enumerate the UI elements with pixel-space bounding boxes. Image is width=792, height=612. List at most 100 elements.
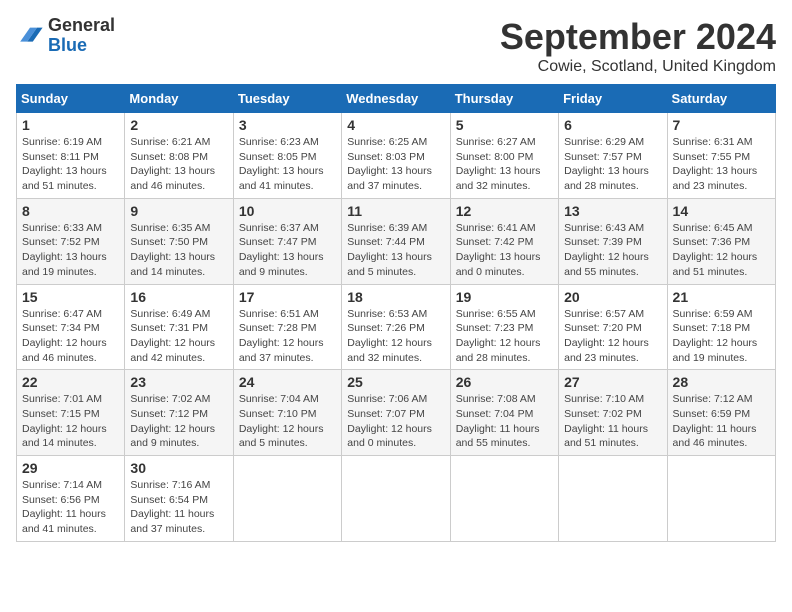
calendar-cell: 13 Sunrise: 6:43 AM Sunset: 7:39 PM Dayli… [559, 198, 667, 284]
day-number: 17 [239, 289, 336, 305]
day-number: 10 [239, 203, 336, 219]
calendar-cell: 8Sunrise: 6:33 AM Sunset: 7:52 PM Daylig… [17, 198, 125, 284]
day-info: Sunrise: 6:25 AM Sunset: 8:03 PM Dayligh… [347, 135, 444, 194]
day-number: 28 [673, 374, 770, 390]
day-number: 25 [347, 374, 444, 390]
day-info: Sunrise: 6:47 AM Sunset: 7:34 PM Dayligh… [22, 307, 119, 366]
calendar-cell: 18Sunrise: 6:53 AM Sunset: 7:26 PM Dayli… [342, 284, 450, 370]
day-number: 20 [564, 289, 661, 305]
day-number: 1 [22, 117, 119, 133]
day-info: Sunrise: 7:16 AM Sunset: 6:54 PM Dayligh… [130, 478, 227, 537]
calendar-cell [342, 456, 450, 542]
logo-icon [16, 22, 44, 50]
day-info: Sunrise: 6:31 AM Sunset: 7:55 PM Dayligh… [673, 135, 770, 194]
calendar-week-row: 8Sunrise: 6:33 AM Sunset: 7:52 PM Daylig… [17, 198, 776, 284]
logo-general-text: General [48, 16, 115, 36]
day-number: 12 [456, 203, 553, 219]
day-number: 7 [673, 117, 770, 133]
day-number: 5 [456, 117, 553, 133]
day-number: 4 [347, 117, 444, 133]
day-number: 13 [564, 203, 661, 219]
logo: General Blue [16, 16, 115, 56]
calendar-cell: 5 Sunrise: 6:27 AM Sunset: 8:00 PM Daylig… [450, 113, 558, 199]
calendar-cell: 21 Sunrise: 6:59 AM Sunset: 7:18 PM Dayli… [667, 284, 775, 370]
day-number: 15 [22, 289, 119, 305]
calendar-week-row: 22 Sunrise: 7:01 AM Sunset: 7:15 PM Dayli… [17, 370, 776, 456]
day-number: 14 [673, 203, 770, 219]
calendar-cell: 19 Sunrise: 6:55 AM Sunset: 7:23 PM Dayli… [450, 284, 558, 370]
day-number: 11 [347, 203, 444, 219]
day-number: 27 [564, 374, 661, 390]
day-info: Sunrise: 6:45 AM Sunset: 7:36 PM Dayligh… [673, 221, 770, 280]
calendar-cell: 16 Sunrise: 6:49 AM Sunset: 7:31 PM Dayli… [125, 284, 233, 370]
day-info: Sunrise: 6:37 AM Sunset: 7:47 PM Dayligh… [239, 221, 336, 280]
calendar-cell: 22 Sunrise: 7:01 AM Sunset: 7:15 PM Dayli… [17, 370, 125, 456]
calendar-cell: 11 Sunrise: 6:39 AM Sunset: 7:44 PM Dayli… [342, 198, 450, 284]
calendar-cell: 1 Sunrise: 6:19 AM Sunset: 8:11 PM Daylig… [17, 113, 125, 199]
day-info: Sunrise: 7:08 AM Sunset: 7:04 PM Dayligh… [456, 392, 553, 451]
calendar-cell: 10 Sunrise: 6:37 AM Sunset: 7:47 PM Dayli… [233, 198, 341, 284]
month-title: September 2024 [500, 16, 776, 58]
calendar-week-row: 15 Sunrise: 6:47 AM Sunset: 7:34 PM Dayli… [17, 284, 776, 370]
day-info: Sunrise: 6:49 AM Sunset: 7:31 PM Dayligh… [130, 307, 227, 366]
calendar-cell: 20 Sunrise: 6:57 AM Sunset: 7:20 PM Dayli… [559, 284, 667, 370]
calendar-cell: 24Sunrise: 7:04 AM Sunset: 7:10 PM Dayli… [233, 370, 341, 456]
calendar-cell: 25 Sunrise: 7:06 AM Sunset: 7:07 PM Dayli… [342, 370, 450, 456]
day-number: 18 [347, 289, 444, 305]
day-info: Sunrise: 7:06 AM Sunset: 7:07 PM Dayligh… [347, 392, 444, 451]
weekday-header-saturday: Saturday [667, 85, 775, 113]
day-number: 22 [22, 374, 119, 390]
day-number: 21 [673, 289, 770, 305]
calendar-cell: 27Sunrise: 7:10 AM Sunset: 7:02 PM Dayli… [559, 370, 667, 456]
calendar-cell: 6 Sunrise: 6:29 AM Sunset: 7:57 PM Daylig… [559, 113, 667, 199]
day-info: Sunrise: 6:33 AM Sunset: 7:52 PM Dayligh… [22, 221, 119, 280]
calendar-cell [233, 456, 341, 542]
calendar-cell: 15 Sunrise: 6:47 AM Sunset: 7:34 PM Dayli… [17, 284, 125, 370]
calendar-cell: 30 Sunrise: 7:16 AM Sunset: 6:54 PM Dayli… [125, 456, 233, 542]
day-info: Sunrise: 7:02 AM Sunset: 7:12 PM Dayligh… [130, 392, 227, 451]
day-info: Sunrise: 6:43 AM Sunset: 7:39 PM Dayligh… [564, 221, 661, 280]
calendar-cell: 26 Sunrise: 7:08 AM Sunset: 7:04 PM Dayli… [450, 370, 558, 456]
day-info: Sunrise: 6:39 AM Sunset: 7:44 PM Dayligh… [347, 221, 444, 280]
location-text: Cowie, Scotland, United Kingdom [500, 58, 776, 76]
day-info: Sunrise: 6:19 AM Sunset: 8:11 PM Dayligh… [22, 135, 119, 194]
weekday-header-wednesday: Wednesday [342, 85, 450, 113]
calendar-cell: 14 Sunrise: 6:45 AM Sunset: 7:36 PM Dayli… [667, 198, 775, 284]
calendar-cell: 29Sunrise: 7:14 AM Sunset: 6:56 PM Dayli… [17, 456, 125, 542]
day-info: Sunrise: 6:55 AM Sunset: 7:23 PM Dayligh… [456, 307, 553, 366]
day-info: Sunrise: 6:27 AM Sunset: 8:00 PM Dayligh… [456, 135, 553, 194]
calendar-cell: 3Sunrise: 6:23 AM Sunset: 8:05 PM Daylig… [233, 113, 341, 199]
day-info: Sunrise: 6:57 AM Sunset: 7:20 PM Dayligh… [564, 307, 661, 366]
calendar-week-row: 1 Sunrise: 6:19 AM Sunset: 8:11 PM Daylig… [17, 113, 776, 199]
calendar-cell: 2Sunrise: 6:21 AM Sunset: 8:08 PM Daylig… [125, 113, 233, 199]
calendar-cell: 12 Sunrise: 6:41 AM Sunset: 7:42 PM Dayli… [450, 198, 558, 284]
day-number: 6 [564, 117, 661, 133]
calendar-cell [450, 456, 558, 542]
weekday-header-monday: Monday [125, 85, 233, 113]
day-info: Sunrise: 7:04 AM Sunset: 7:10 PM Dayligh… [239, 392, 336, 451]
day-number: 30 [130, 460, 227, 476]
calendar-cell: 4 Sunrise: 6:25 AM Sunset: 8:03 PM Daylig… [342, 113, 450, 199]
weekday-header-sunday: Sunday [17, 85, 125, 113]
weekday-header-thursday: Thursday [450, 85, 558, 113]
weekday-header-tuesday: Tuesday [233, 85, 341, 113]
day-info: Sunrise: 7:12 AM Sunset: 6:59 PM Dayligh… [673, 392, 770, 451]
calendar-cell: 23 Sunrise: 7:02 AM Sunset: 7:12 PM Dayli… [125, 370, 233, 456]
calendar-cell: 9Sunrise: 6:35 AM Sunset: 7:50 PM Daylig… [125, 198, 233, 284]
day-number: 16 [130, 289, 227, 305]
weekday-header-friday: Friday [559, 85, 667, 113]
day-number: 26 [456, 374, 553, 390]
day-info: Sunrise: 6:59 AM Sunset: 7:18 PM Dayligh… [673, 307, 770, 366]
day-info: Sunrise: 7:01 AM Sunset: 7:15 PM Dayligh… [22, 392, 119, 451]
calendar-cell: 28 Sunrise: 7:12 AM Sunset: 6:59 PM Dayli… [667, 370, 775, 456]
day-info: Sunrise: 6:29 AM Sunset: 7:57 PM Dayligh… [564, 135, 661, 194]
day-number: 23 [130, 374, 227, 390]
calendar-cell [667, 456, 775, 542]
calendar-cell: 7 Sunrise: 6:31 AM Sunset: 7:55 PM Daylig… [667, 113, 775, 199]
calendar-cell [559, 456, 667, 542]
day-info: Sunrise: 6:41 AM Sunset: 7:42 PM Dayligh… [456, 221, 553, 280]
calendar-week-row: 29Sunrise: 7:14 AM Sunset: 6:56 PM Dayli… [17, 456, 776, 542]
weekday-header-row: SundayMondayTuesdayWednesdayThursdayFrid… [17, 85, 776, 113]
day-number: 19 [456, 289, 553, 305]
day-info: Sunrise: 6:51 AM Sunset: 7:28 PM Dayligh… [239, 307, 336, 366]
